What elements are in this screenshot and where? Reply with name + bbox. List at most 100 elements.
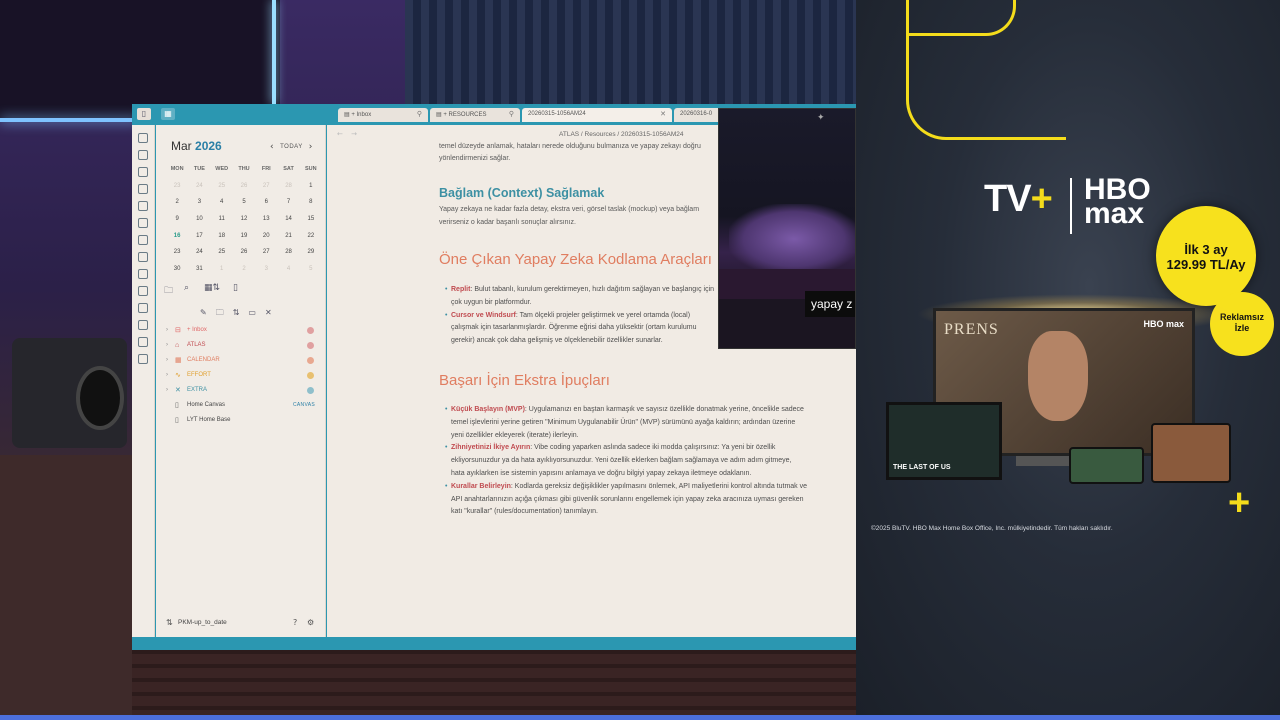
canvas-icon[interactable]	[138, 201, 148, 211]
calendar-day[interactable]: 19	[233, 233, 255, 239]
calendar-day[interactable]: 15	[300, 216, 322, 222]
close-icon[interactable]: ✕	[660, 110, 666, 118]
calendar-day[interactable]: 21	[277, 233, 299, 239]
terminal-icon[interactable]	[138, 235, 148, 245]
pin-icon[interactable]: ⚲	[509, 110, 514, 118]
tree-folder-atlas[interactable]: › ⌂ ATLAS	[164, 338, 319, 353]
copy-icon[interactable]	[138, 218, 148, 228]
calendar-day[interactable]: 4	[211, 199, 233, 205]
tab-resources[interactable]: ▤ + RESOURCES ⚲	[430, 108, 520, 122]
list-icon[interactable]	[138, 252, 148, 262]
calendar-day[interactable]: 3	[255, 266, 277, 272]
calendar-day[interactable]: 17	[188, 233, 210, 239]
bookmark-table-icon[interactable]: ▦⇅	[204, 283, 220, 293]
settings-icon[interactable]: ⚙	[307, 618, 314, 627]
tree-folder-extra[interactable]: › ✕ EXTRA	[164, 383, 319, 398]
calendar-day[interactable]: 5	[233, 199, 255, 205]
calendar-day[interactable]: 20	[255, 233, 277, 239]
calendar-day[interactable]: 28	[277, 249, 299, 255]
calendar-day[interactable]: 11	[211, 216, 233, 222]
calendar-day[interactable]: 22	[300, 233, 322, 239]
sidebar-toggle-icon[interactable]: ▯	[137, 108, 151, 120]
calendar-day[interactable]: 14	[277, 216, 299, 222]
calendar-day[interactable]: 30	[166, 266, 188, 272]
chevron-left-icon[interactable]: ‹	[270, 142, 274, 152]
document-icon[interactable]	[138, 354, 148, 364]
help-icon[interactable]: ?	[293, 618, 297, 627]
calendar-day[interactable]: 4	[277, 266, 299, 272]
calendar-day[interactable]: 2	[166, 199, 188, 205]
plus-icon: +	[1030, 178, 1053, 220]
calendar-week-row: 16 17 18 19 20 21 22	[166, 227, 322, 244]
layout-icon[interactable]	[138, 320, 148, 330]
video-overlay[interactable]: ✦ yapay z	[718, 108, 856, 349]
collapse-all-icon[interactable]: ✕	[265, 308, 272, 317]
calendar-day[interactable]: 18	[211, 233, 233, 239]
back-arrow-icon[interactable]: ←	[337, 130, 343, 138]
tree-file-lyt-home-base[interactable]: ▯ LYT Home Base	[164, 413, 319, 428]
file-icon[interactable]	[138, 150, 148, 160]
forward-arrow-icon[interactable]: →	[351, 130, 357, 138]
calendar-day[interactable]: 26	[233, 183, 255, 189]
pin-icon[interactable]: ✦	[817, 113, 825, 123]
calendar-day[interactable]: 13	[255, 216, 277, 222]
calendar-day[interactable]: 23	[166, 183, 188, 189]
calendar-day[interactable]: 5	[300, 266, 322, 272]
calendar-day[interactable]: 27	[255, 249, 277, 255]
calendar-day[interactable]: 7	[277, 199, 299, 205]
tree-folder-effort[interactable]: › ∿ EFFORT	[164, 368, 319, 383]
tab-inbox[interactable]: ▤ + Inbox ⚲	[338, 108, 428, 122]
sort-icon[interactable]: ⇅	[233, 308, 240, 317]
calendar-day[interactable]: 2	[233, 266, 255, 272]
calendar-icon[interactable]	[138, 133, 148, 143]
calendar-day[interactable]: 24	[188, 249, 210, 255]
pin-icon[interactable]: ⚲	[417, 110, 422, 118]
calendar-day[interactable]: 3	[188, 199, 210, 205]
calendar-day[interactable]: 1	[211, 266, 233, 272]
calendar-day[interactable]: 1	[300, 183, 322, 189]
new-note-icon[interactable]: ✎	[200, 308, 207, 317]
calendar-day[interactable]: 31	[188, 266, 210, 272]
tree-folder-inbox[interactable]: › ⊟ + Inbox	[164, 323, 319, 338]
calendar-day[interactable]: 28	[277, 183, 299, 189]
calendar-day[interactable]: 8	[300, 199, 322, 205]
calendar-day[interactable]: 12	[233, 216, 255, 222]
history-nav: ← →	[337, 130, 357, 138]
calendar-day[interactable]: 27	[255, 183, 277, 189]
file-icon[interactable]: ▯	[233, 283, 238, 293]
auto-reveal-icon[interactable]: ▭	[248, 308, 256, 317]
calendar-day-icon[interactable]	[138, 184, 148, 194]
hbo-max-ad-panel[interactable]: TV+ HBO max İlk 3 ay 129.99 TL/Ay Reklamsı…	[856, 0, 1280, 715]
laptop-show-title: THE LAST OF US	[893, 464, 951, 471]
background-floor	[132, 650, 856, 720]
today-button[interactable]: TODAY	[280, 144, 303, 150]
calendar-day[interactable]: 24	[188, 183, 210, 189]
tab-active-note[interactable]: 20260315-1056AM24 ✕	[522, 108, 672, 122]
new-folder-icon[interactable]: 🗀	[216, 307, 224, 321]
template-icon[interactable]	[138, 269, 148, 279]
calendar-view-icon[interactable]: ▦	[161, 108, 175, 120]
calendar-day[interactable]: 25	[211, 183, 233, 189]
tree-file-home-canvas[interactable]: ▯ Home Canvas CANVAS	[164, 398, 319, 413]
calendar-day[interactable]: 10	[188, 216, 210, 222]
vault-switch-icon[interactable]: ⇅	[166, 618, 173, 627]
calendar-day[interactable]: 26	[233, 249, 255, 255]
folder-icon[interactable]: 🗀	[164, 283, 173, 299]
list-item-term: Cursor ve Windsurf	[451, 311, 516, 319]
paragraph: temel düzeyde anlamak, hataları nerede o…	[439, 143, 701, 162]
tag-icon[interactable]	[138, 286, 148, 296]
calendar-day[interactable]: 29	[300, 249, 322, 255]
calendar-day[interactable]: 16	[166, 233, 188, 239]
breadcrumb[interactable]: ATLAS / Resources / 20260315-1056AM24	[559, 131, 684, 138]
calendar-day[interactable]: 23	[166, 249, 188, 255]
tree-folder-calendar[interactable]: › ▦ CALENDAR	[164, 353, 319, 368]
publish-icon[interactable]	[138, 337, 148, 347]
search-icon[interactable]: ⌕	[184, 283, 189, 293]
graph-icon[interactable]	[138, 167, 148, 177]
database-icon[interactable]	[138, 303, 148, 313]
chevron-right-icon[interactable]: ›	[309, 142, 313, 152]
calendar-day[interactable]: 9	[166, 216, 188, 222]
calendar-day[interactable]: 25	[211, 249, 233, 255]
bottom-progress-bar	[0, 715, 1280, 720]
calendar-day[interactable]: 6	[255, 199, 277, 205]
